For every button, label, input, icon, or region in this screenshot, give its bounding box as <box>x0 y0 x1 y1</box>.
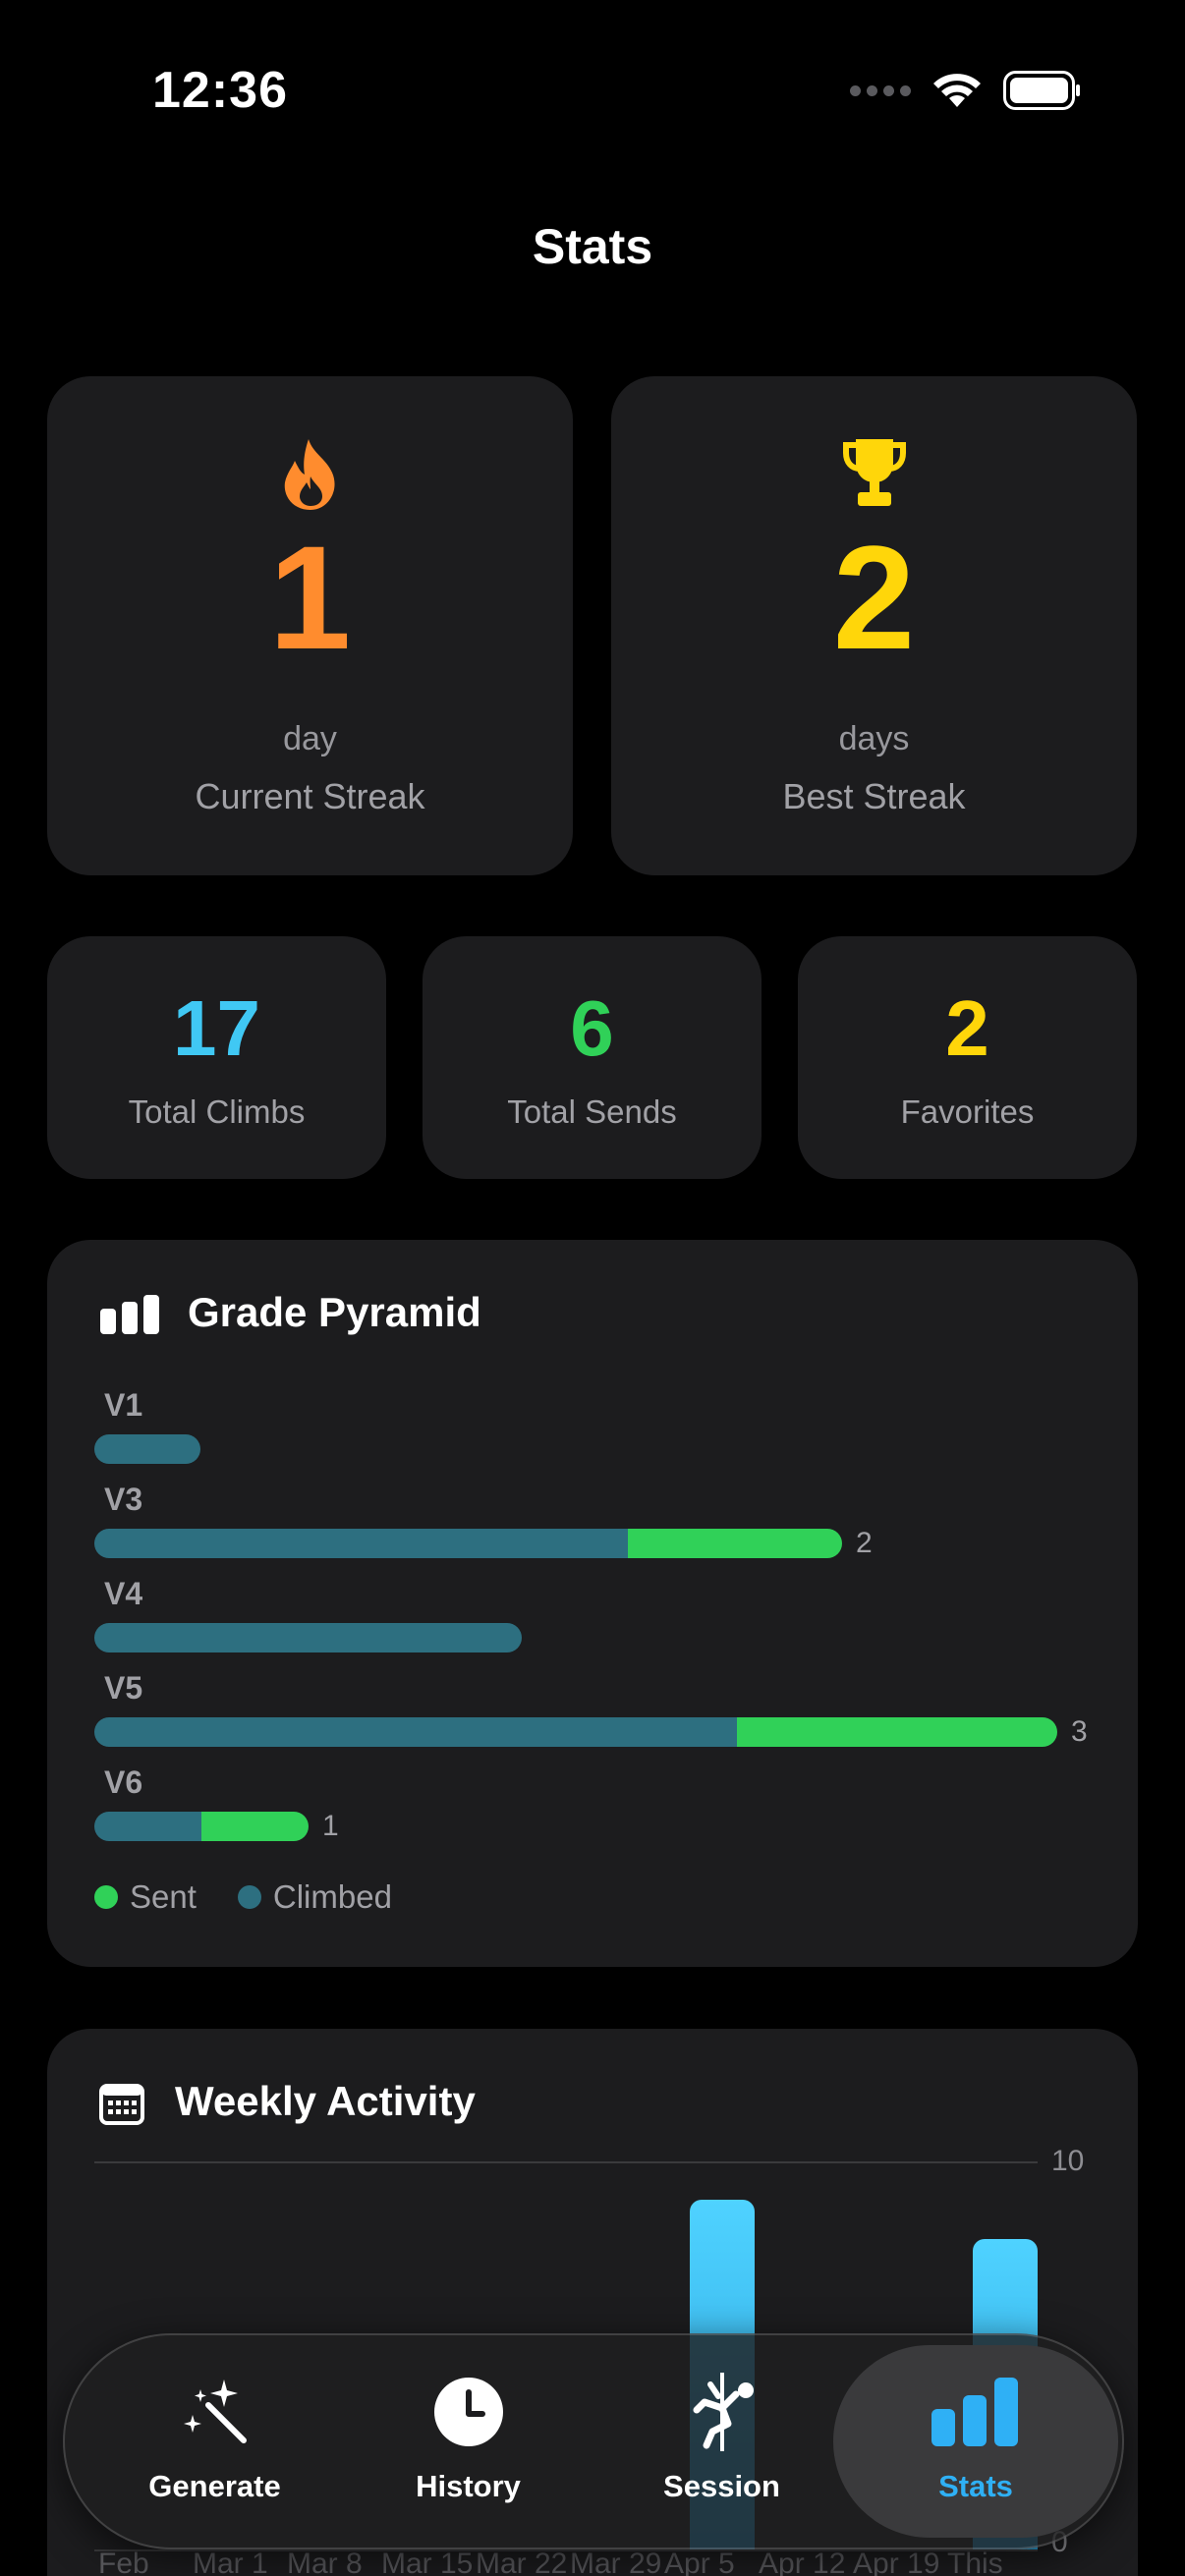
grade-bar-count: 3 <box>1071 1715 1088 1748</box>
grade-bar-count: 2 <box>856 1527 873 1559</box>
bar-chart-icon <box>100 1295 159 1334</box>
weekly-x-label: Apr 5 <box>664 2548 735 2576</box>
grade-bar-climbed <box>94 1529 629 1558</box>
climber-icon <box>693 2373 754 2451</box>
grade-bar-climbed <box>94 1434 200 1464</box>
magic-wand-icon <box>183 2380 247 2443</box>
bar-chart-icon <box>931 2378 1018 2446</box>
tab-session[interactable]: Session <box>592 2335 852 2548</box>
total-climbs-value: 17 <box>173 984 260 1072</box>
total-sends-card: 6 Total Sends <box>423 936 762 1179</box>
grade-bar-sent <box>737 1717 1057 1747</box>
current-streak-card: 1 day Current Streak <box>47 376 573 875</box>
total-climbs-label: Total Climbs <box>128 1093 306 1130</box>
tab-stats-label: Stats <box>938 2469 1013 2503</box>
grade-bar-climbed <box>94 1623 522 1652</box>
grade-label: V3 <box>104 1482 143 1517</box>
best-streak-card: 2 days Best Streak <box>611 376 1137 875</box>
tab-history[interactable]: History <box>338 2335 598 2548</box>
grade-bar <box>94 1623 522 1652</box>
cellular-signal-icon <box>850 84 911 96</box>
grade-bar <box>94 1529 842 1558</box>
grade-bar <box>94 1717 1057 1747</box>
favorites-card: 2 Favorites <box>798 936 1137 1179</box>
best-streak-label: Best Streak <box>782 776 966 816</box>
current-streak-value: 1 <box>268 515 352 680</box>
gridline-top <box>94 2161 1038 2163</box>
calendar-icon <box>99 2084 144 2125</box>
total-sends-value: 6 <box>570 984 614 1072</box>
current-streak-label: Current Streak <box>195 776 425 816</box>
page-title: Stats <box>532 219 653 274</box>
legend-sent-dot <box>94 1885 118 1909</box>
weekly-x-label: Mar 15 <box>381 2548 474 2576</box>
weekly-x-label: Feb <box>98 2548 149 2576</box>
grade-bar <box>94 1434 200 1464</box>
weekly-x-label: Mar 22 <box>476 2548 568 2576</box>
grade-bar <box>94 1812 309 1841</box>
tab-generate[interactable]: Generate <box>85 2335 345 2548</box>
grade-bar-sent <box>628 1529 842 1558</box>
grade-bar-climbed <box>94 1717 737 1747</box>
weekly-x-label: Mar 1 <box>193 2548 268 2576</box>
flame-icon <box>284 439 335 510</box>
stats-screen: 12:36 Stats 1 day Current Streak 2 days … <box>0 0 1185 2576</box>
total-climbs-card: 17 Total Climbs <box>47 936 386 1179</box>
weekly-x-label: This <box>947 2548 1003 2576</box>
y-max-label: 10 <box>1051 2145 1085 2177</box>
status-time: 12:36 <box>152 62 288 119</box>
wifi-icon <box>933 74 981 107</box>
tab-history-label: History <box>416 2469 521 2503</box>
tab-bar: Generate History Session Stats <box>63 2333 1124 2549</box>
grade-pyramid-card: Grade Pyramid V1 V3 2 V4 V5 3 V6 1 Sent Climbed <box>47 1240 1138 1967</box>
grade-bar-climbed <box>94 1812 201 1841</box>
grade-label: V5 <box>104 1670 143 1706</box>
grade-label: V4 <box>104 1576 143 1611</box>
trophy-icon <box>842 439 906 506</box>
total-sends-label: Total Sends <box>507 1093 677 1130</box>
tab-stats[interactable]: Stats <box>833 2345 1118 2538</box>
legend-climbed-dot <box>237 1885 261 1909</box>
weekly-x-label: Apr 12 <box>759 2548 846 2576</box>
clock-icon <box>433 2378 503 2446</box>
grade-bar-sent <box>201 1812 309 1841</box>
favorites-label: Favorites <box>900 1093 1035 1130</box>
grade-pyramid-title: Grade Pyramid <box>188 1289 481 1335</box>
pyramid-legend: Sent Climbed <box>94 1878 433 1916</box>
best-streak-value: 2 <box>832 515 916 680</box>
weekly-x-label: Mar 8 <box>287 2548 363 2576</box>
current-streak-unit: day <box>283 720 337 757</box>
weekly-activity-title: Weekly Activity <box>175 2078 476 2124</box>
legend-sent: Sent <box>94 1878 197 1916</box>
tab-session-label: Session <box>663 2469 780 2503</box>
grade-bar-count: 1 <box>322 1810 339 1842</box>
legend-climbed-label: Climbed <box>272 1878 392 1915</box>
best-streak-unit: days <box>838 720 910 757</box>
status-icons <box>850 71 1082 110</box>
legend-sent-label: Sent <box>130 1878 197 1915</box>
favorites-value: 2 <box>945 984 989 1072</box>
grade-label: V6 <box>104 1764 143 1800</box>
tab-generate-label: Generate <box>148 2469 281 2503</box>
weekly-x-label: Mar 29 <box>570 2548 662 2576</box>
weekly-x-label: Apr 19 <box>853 2548 940 2576</box>
grade-label: V1 <box>104 1387 143 1423</box>
battery-icon <box>1003 71 1080 110</box>
legend-climbed: Climbed <box>237 1878 392 1916</box>
